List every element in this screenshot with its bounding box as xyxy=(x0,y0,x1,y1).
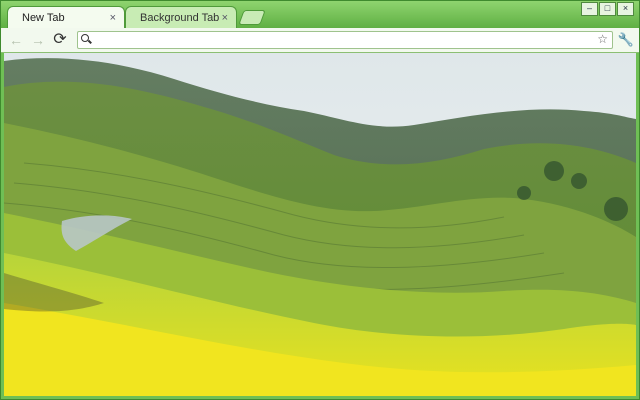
wrench-menu-icon[interactable]: 🔧 xyxy=(617,31,635,49)
bookmark-star-icon[interactable]: ☆ xyxy=(597,32,608,47)
close-window-button[interactable]: × xyxy=(617,2,634,16)
maximize-button[interactable]: □ xyxy=(599,2,616,16)
reload-button[interactable]: ⟳ xyxy=(51,31,69,49)
new-tab-button[interactable] xyxy=(238,10,266,25)
omnibox[interactable]: ☆ xyxy=(77,31,613,49)
landscape-photo xyxy=(4,53,636,396)
tab-label: Background Tab xyxy=(140,12,220,24)
tab-new-tab[interactable]: New Tab × xyxy=(7,6,125,28)
close-tab-icon[interactable]: × xyxy=(110,7,116,29)
toolbar: ← → ⟳ ☆ 🔧 xyxy=(1,28,639,53)
search-icon xyxy=(81,34,89,42)
browser-window: New Tab × Background Tab × – □ × ← → ⟳ ☆… xyxy=(0,0,640,400)
tab-strip: New Tab × Background Tab × – □ × xyxy=(1,1,639,28)
tab-background-tab[interactable]: Background Tab × xyxy=(125,6,237,28)
close-tab-icon[interactable]: × xyxy=(222,7,228,29)
minimize-button[interactable]: – xyxy=(581,2,598,16)
back-button[interactable]: ← xyxy=(7,31,25,49)
tab-label: New Tab xyxy=(22,12,65,24)
address-input[interactable] xyxy=(94,33,594,46)
forward-button[interactable]: → xyxy=(29,31,47,49)
theme-background-image xyxy=(4,53,636,396)
